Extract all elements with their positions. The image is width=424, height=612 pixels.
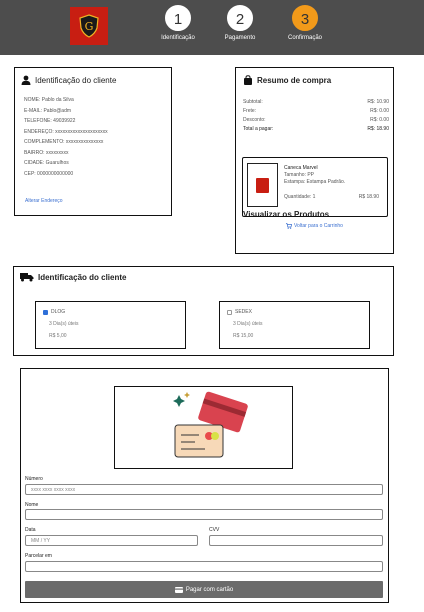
top-bar: G 1 Identificação 2 Pagamento 3 Confirma… xyxy=(0,0,424,55)
card-name-label: Nome xyxy=(25,502,39,508)
shipping-option-name-row: DLOG xyxy=(43,309,65,315)
shipping-option-name: DLOG xyxy=(51,309,66,315)
summary-label: Total a pagar: xyxy=(243,126,274,132)
summary-table: Subtotal: R$: 10.90 Frete: R$: 0.00 Desc… xyxy=(243,99,389,135)
credit-card-illustration xyxy=(114,386,293,469)
client-phone: TELEFONE: 49039922 xyxy=(24,118,76,124)
client-info: NOME: Pablo da Silva E-MAIL: Pablo@adm T… xyxy=(24,95,108,179)
step-pagamento[interactable]: 2 Pagamento xyxy=(210,5,270,41)
shipping-option-name-row: SEDEX xyxy=(227,309,252,315)
summary-value: R$: 0.00 xyxy=(370,117,389,123)
summary-row: Desconto: R$: 0.00 xyxy=(243,117,389,126)
summary-value: R$: 10.90 xyxy=(367,99,389,105)
product-price: R$ 18.90 xyxy=(358,194,379,200)
installments-label: Parcelar em xyxy=(25,553,52,559)
installments-select[interactable] xyxy=(25,561,383,572)
shipping-option-price: R$ 15,00 xyxy=(233,333,254,339)
step-label: Pagamento xyxy=(224,35,256,41)
shipping-option-name: SEDEX xyxy=(235,309,252,315)
back-to-cart-label: Voltar para o Carrinho xyxy=(294,223,343,229)
client-name: NOME: Pablo da Silva xyxy=(24,97,74,103)
product-name: Caneca Marvel xyxy=(284,165,318,171)
shipping-title-text: Identificação do cliente xyxy=(38,272,127,282)
summary-value: R$: 0.00 xyxy=(370,108,389,114)
product-info: Caneca Marvel Tamanho: PP Estampa: Estam… xyxy=(284,165,345,186)
shipping-panel-title: Identificação do cliente xyxy=(20,272,126,282)
truck-icon xyxy=(20,273,34,282)
shopping-bag-icon xyxy=(244,75,252,85)
product-image xyxy=(247,163,278,207)
pay-button-label: Pagar com cartão xyxy=(185,586,234,593)
svg-text:G: G xyxy=(85,20,94,33)
summary-panel-title: Resumo de compra xyxy=(243,75,331,85)
summary-label: Subtotal: xyxy=(243,99,263,105)
client-title-text: Identificação do cliente xyxy=(35,75,117,85)
shipping-option-days: 3 Dia(s) úteis xyxy=(233,321,263,327)
product-print: Estampa: Estampa Padrão. xyxy=(284,179,346,185)
product-quantity: Quantidade: 1 xyxy=(284,194,316,200)
summary-value: R$: 18.90 xyxy=(367,126,389,132)
shipping-option-price: R$ 5,00 xyxy=(49,333,67,339)
summary-label: Desconto: xyxy=(243,117,266,123)
summary-row-total: Total a pagar: R$: 18.90 xyxy=(243,126,389,135)
shipping-option-dlog[interactable]: DLOG 3 Dia(s) úteis R$ 5,00 xyxy=(35,301,186,349)
step-label: Confirmação xyxy=(287,35,322,41)
step-label: Identificação xyxy=(161,35,195,41)
client-zip: CEP: 0000000000000 xyxy=(24,170,74,177)
step-number: 1 xyxy=(165,5,191,31)
checkbox-checked-icon[interactable] xyxy=(43,309,48,315)
credit-card-icon xyxy=(173,391,248,458)
client-complement: COMPLEMENTO: xxxxxxxxxxxxxxx xyxy=(24,139,104,145)
shipping-option-days: 3 Dia(s) úteis xyxy=(49,321,79,327)
step-number: 2 xyxy=(227,5,253,31)
client-address: ENDEREÇO: xxxxxxxxxxxxxxxxxxxxx xyxy=(24,128,108,135)
summary-row: Subtotal: R$: 10.90 xyxy=(243,99,389,108)
client-neighborhood: BAIRRO: xxxxxxxxx xyxy=(24,149,69,156)
summary-title-text: Resumo de compra xyxy=(257,75,332,85)
card-cvv-label: CVV xyxy=(209,527,220,533)
user-icon xyxy=(21,75,31,85)
back-to-cart-link[interactable]: Voltar para o Carrinho xyxy=(286,223,343,229)
client-city: CIDADE: Guarulhos xyxy=(24,160,69,166)
cart-icon xyxy=(286,223,292,229)
step-identificacao[interactable]: 1 Identificação xyxy=(148,5,208,41)
brand-logo[interactable]: G xyxy=(70,7,108,45)
card-name-input[interactable] xyxy=(25,509,383,520)
card-icon xyxy=(174,586,183,593)
shield-logo-icon: G xyxy=(79,14,99,38)
pay-with-card-button[interactable]: Pagar com cartão xyxy=(25,581,383,598)
card-date-input[interactable]: MM / YY xyxy=(25,535,198,546)
checkbox-empty-icon[interactable] xyxy=(227,309,232,315)
client-panel-title: Identificação do cliente xyxy=(21,75,116,85)
card-cvv-input[interactable] xyxy=(209,535,383,546)
card-date-label: Data xyxy=(25,527,36,533)
step-confirmacao[interactable]: 3 Confirmação xyxy=(275,5,335,41)
mug-icon xyxy=(256,177,269,193)
product-qty-row: Quantidade: 1 R$ 18.90 xyxy=(284,194,379,200)
alter-address-link[interactable]: Alterar Endereço xyxy=(25,198,63,204)
shipping-option-sedex[interactable]: SEDEX 3 Dia(s) úteis R$ 15,00 xyxy=(219,301,370,349)
summary-row: Frete: R$: 0.00 xyxy=(243,108,389,117)
client-email: E-MAIL: Pablo@adm xyxy=(24,107,72,114)
card-number-label: Número xyxy=(25,476,43,482)
product-card: Caneca Marvel Tamanho: PP Estampa: Estam… xyxy=(242,157,388,217)
card-number-input[interactable]: xxxx xxxx xxxx xxxx xyxy=(25,484,383,495)
step-number-active: 3 xyxy=(292,5,318,31)
product-size: Tamanho: PP xyxy=(284,172,315,178)
summary-label: Frete: xyxy=(243,108,257,114)
